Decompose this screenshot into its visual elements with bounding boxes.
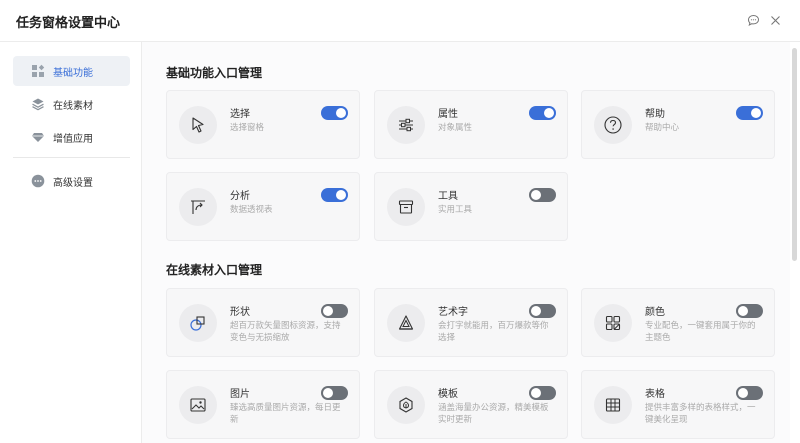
card-title: 选择 (230, 109, 250, 120)
toggle-switch[interactable] (529, 188, 556, 202)
sidebar-item-value-added[interactable]: 增值应用 (13, 122, 130, 152)
pivot-icon (179, 188, 217, 226)
card-title: 工具 (438, 191, 458, 202)
toggle-switch[interactable] (736, 106, 763, 120)
card-templates[interactable]: 模板 涵盖海量办公资源，精美模板实时更新 (374, 370, 568, 439)
title-bar: 任务窗格设置中心 (0, 0, 800, 42)
card-desc: 专业配色，一键套用属于你的主题色 (645, 321, 756, 343)
sidebar-item-online[interactable]: 在线素材 (13, 89, 130, 119)
card-analysis[interactable]: 分析 数据透视表 (166, 172, 360, 241)
image-icon (179, 386, 217, 424)
toggle-switch[interactable] (321, 386, 348, 400)
card-properties[interactable]: 属性 对象属性 (374, 90, 568, 159)
card-desc: 实用工具 (438, 205, 473, 215)
card-shapes[interactable]: 形状 超百万款矢量图标资源，支持变色与无损缩放 (166, 288, 360, 357)
cursor-icon (179, 106, 217, 144)
card-tables[interactable]: 表格 提供丰富多样的表格样式，一键美化呈现 (581, 370, 775, 439)
card-desc: 对象属性 (438, 123, 473, 133)
card-title: 图片 (230, 389, 250, 400)
card-desc: 提供丰富多样的表格样式，一键美化呈现 (645, 403, 756, 425)
sidebar-item-label: 高级设置 (53, 177, 93, 189)
grid-icon (31, 64, 45, 78)
card-title: 分析 (230, 191, 250, 202)
card-desc: 选择窗格 (230, 123, 265, 133)
close-icon[interactable] (768, 13, 782, 27)
table-icon (594, 386, 632, 424)
card-tools[interactable]: 工具 实用工具 (374, 172, 568, 241)
main-panel: 基础功能入口管理 选择 选择窗格 属性 对象属性 帮助 帮助中心 分析 数据透视… (142, 42, 790, 443)
card-wordart[interactable]: 艺术字 会打字就能用，百万爆款等你选择 (374, 288, 568, 357)
toggle-switch[interactable] (321, 106, 348, 120)
template-icon (387, 386, 425, 424)
section-title: 在线素材入口管理 (166, 263, 263, 277)
toggle-switch[interactable] (736, 304, 763, 318)
section-title: 基础功能入口管理 (166, 66, 263, 80)
sidebar: 基础功能 在线素材 增值应用 高级设置 (0, 42, 142, 443)
toggle-switch[interactable] (736, 386, 763, 400)
toggle-switch[interactable] (529, 304, 556, 318)
sidebar-item-advanced[interactable]: 高级设置 (13, 166, 130, 196)
layers-icon (31, 97, 45, 111)
scrollbar[interactable] (792, 48, 797, 261)
help-icon (594, 106, 632, 144)
card-title: 艺术字 (438, 307, 468, 318)
card-desc: 数据透视表 (230, 205, 273, 215)
toggle-switch[interactable] (321, 304, 348, 318)
card-desc: 臻选高质量图片资源，每日更新 (230, 403, 341, 425)
feedback-icon[interactable] (746, 13, 760, 27)
card-title: 帮助 (645, 109, 665, 120)
card-help[interactable]: 帮助 帮助中心 (581, 90, 775, 159)
sliders-icon (387, 106, 425, 144)
palette-icon (594, 304, 632, 342)
card-desc: 帮助中心 (645, 123, 680, 133)
card-colors[interactable]: 颜色 专业配色，一键套用属于你的主题色 (581, 288, 775, 357)
app-title: 任务窗格设置中心 (16, 16, 121, 31)
toolbox-icon (387, 188, 425, 226)
card-desc: 超百万款矢量图标资源，支持变色与无损缩放 (230, 321, 341, 343)
toggle-switch[interactable] (321, 188, 348, 202)
card-select[interactable]: 选择 选择窗格 (166, 90, 360, 159)
wordart-icon (387, 304, 425, 342)
sidebar-divider (13, 157, 130, 158)
card-images[interactable]: 图片 臻选高质量图片资源，每日更新 (166, 370, 360, 439)
card-title: 属性 (438, 109, 458, 120)
toggle-switch[interactable] (529, 386, 556, 400)
sidebar-item-basic[interactable]: 基础功能 (13, 56, 130, 86)
sidebar-item-label: 基础功能 (53, 67, 93, 79)
card-title: 颜色 (645, 307, 665, 318)
shapes-icon (179, 304, 217, 342)
card-desc: 会打字就能用，百万爆款等你选择 (438, 321, 549, 343)
sidebar-item-label: 增值应用 (53, 133, 93, 145)
more-icon (31, 174, 45, 188)
card-title: 表格 (645, 389, 665, 400)
toggle-switch[interactable] (529, 106, 556, 120)
card-title: 模板 (438, 389, 458, 400)
sidebar-item-label: 在线素材 (53, 100, 93, 112)
diamond-icon (31, 130, 45, 144)
card-desc: 涵盖海量办公资源，精美模板实时更新 (438, 403, 549, 425)
card-title: 形状 (230, 307, 250, 318)
